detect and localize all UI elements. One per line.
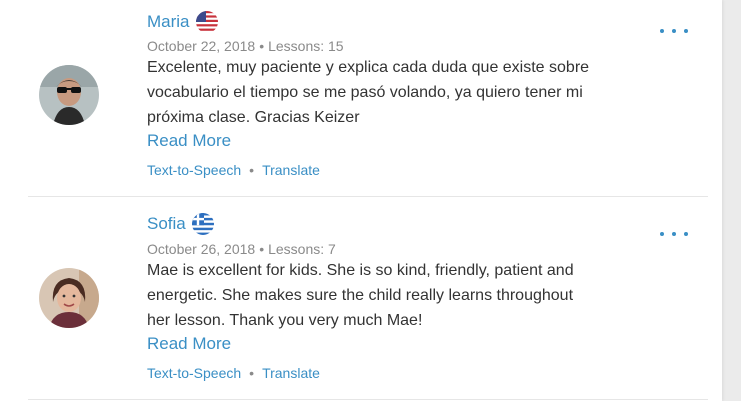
lesson-count: Lessons: 15 [268,38,344,54]
text-to-speech-link[interactable]: Text-to-Speech [147,365,241,381]
more-options-icon[interactable] [660,24,688,38]
review-text: Excelente, muy paciente y explica cada d… [147,59,590,126]
divider [28,196,708,197]
review-date: October 22, 2018 [147,38,256,54]
text-to-speech-link[interactable]: Text-to-Speech [147,162,241,178]
review-meta: October 26, 2018 • Lessons: 7 [147,241,336,257]
review-actions: Text-to-Speech • Translate [147,162,320,178]
review-text: Mae is excellent for kids. She is so kin… [147,262,574,329]
translate-link[interactable]: Translate [262,162,320,178]
reviews-card: Maria October 22, 2018 • Lessons: 15 Exc… [0,0,722,401]
reviewer-name[interactable]: Maria [147,12,190,32]
action-separator: • [249,365,255,381]
avatar[interactable] [39,268,99,328]
reviewer-name[interactable]: Sofia [147,214,186,234]
lesson-count: Lessons: 7 [268,241,336,257]
read-more-link[interactable]: Read More [147,334,231,354]
reviewer-header: Maria [147,10,218,34]
translate-link[interactable]: Translate [262,365,320,381]
meta-separator: • [259,241,265,257]
more-options-icon[interactable] [660,227,688,241]
reviewer-header: Sofia [147,212,214,236]
review-actions: Text-to-Speech • Translate [147,365,320,381]
meta-separator: • [259,38,265,54]
review-meta: October 22, 2018 • Lessons: 15 [147,38,344,54]
us-flag-icon [195,11,218,33]
divider [28,399,708,400]
action-separator: • [249,162,255,178]
greece-flag-icon [191,213,214,235]
read-more-link[interactable]: Read More [147,131,231,151]
review-date: October 26, 2018 [147,241,256,257]
avatar[interactable] [39,65,99,125]
